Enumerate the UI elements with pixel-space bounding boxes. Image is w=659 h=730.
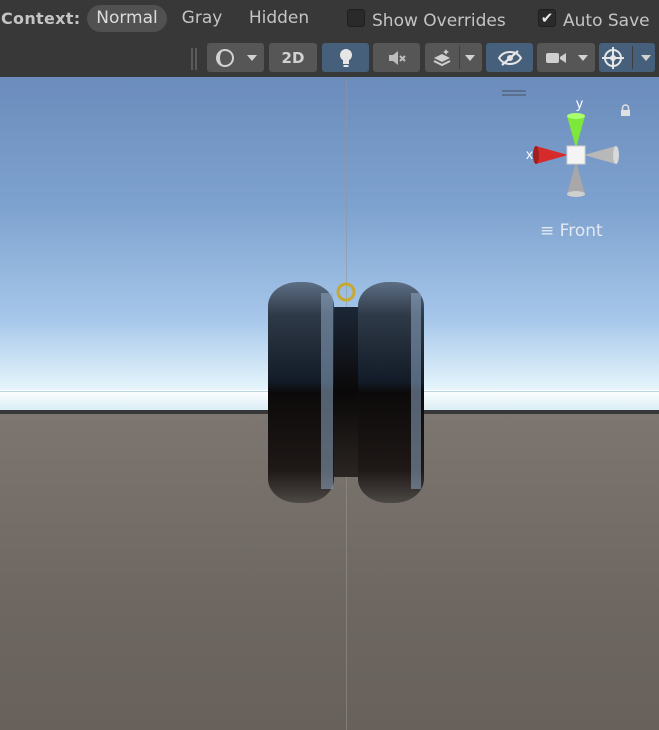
- context-mode-normal[interactable]: Normal: [87, 5, 167, 32]
- chevron-down-icon: [578, 55, 588, 61]
- gizmos-toggle-dropdown[interactable]: [599, 43, 655, 72]
- view-name: Front: [559, 221, 603, 241]
- x-axis-label: x: [526, 146, 533, 162]
- context-mode-hidden[interactable]: Hidden: [238, 5, 320, 32]
- shading-sphere-icon: [216, 48, 234, 67]
- gizmo-globe-icon: [602, 46, 624, 69]
- audio-mute-icon: [388, 50, 406, 65]
- toolbar-grip-handle[interactable]: [191, 48, 197, 70]
- scene-audio-toggle[interactable]: [373, 43, 420, 72]
- orientation-gizmo[interactable]: y x: [518, 92, 626, 207]
- show-overrides-checkbox[interactable]: [347, 9, 365, 27]
- scene-visibility-toggle[interactable]: [486, 43, 533, 72]
- scene-lighting-toggle[interactable]: [322, 43, 369, 72]
- auto-save-checkbox[interactable]: ✔: [538, 9, 556, 27]
- view-orientation-label[interactable]: ≡ Front: [540, 221, 603, 241]
- split-divider: [632, 46, 633, 69]
- string-loop-ring: [336, 282, 356, 302]
- auto-save-label[interactable]: Auto Save: [563, 11, 650, 31]
- y-axis-cone[interactable]: [567, 113, 585, 148]
- chevron-down-icon: [247, 55, 257, 61]
- neg-y-axis-cone[interactable]: [567, 162, 585, 197]
- x-axis-cone[interactable]: [533, 146, 568, 164]
- effects-layers-icon: [433, 48, 451, 66]
- hidden-eye-icon: [497, 49, 522, 66]
- context-label: Context:: [1, 9, 81, 28]
- scene-view-toolbar: 2D: [0, 40, 659, 78]
- neg-x-axis-cone[interactable]: [584, 146, 619, 164]
- hamburger-icon: ≡: [540, 221, 555, 241]
- chevron-down-icon: [641, 55, 651, 61]
- show-overrides-label[interactable]: Show Overrides: [372, 11, 506, 31]
- camera-settings-dropdown[interactable]: [537, 43, 595, 72]
- scene-effects-dropdown[interactable]: [425, 43, 482, 72]
- chevron-down-icon: [465, 55, 475, 61]
- shading-mode-dropdown[interactable]: [207, 43, 264, 72]
- camera-icon: [546, 52, 566, 63]
- gizmo-center-cube[interactable]: [566, 145, 586, 165]
- lightbulb-icon: [339, 48, 352, 67]
- yoyo-model[interactable]: [265, 277, 430, 505]
- checkmark-icon: ✔: [540, 9, 554, 27]
- prefab-context-bar: Context: Normal Gray Hidden Show Overrid…: [0, 0, 659, 40]
- scene-viewport[interactable]: y x ≡ Front: [0, 77, 659, 730]
- split-divider: [459, 46, 460, 69]
- context-mode-gray[interactable]: Gray: [172, 5, 232, 32]
- 2d-mode-toggle[interactable]: 2D: [269, 43, 317, 72]
- y-axis-label: y: [576, 95, 583, 111]
